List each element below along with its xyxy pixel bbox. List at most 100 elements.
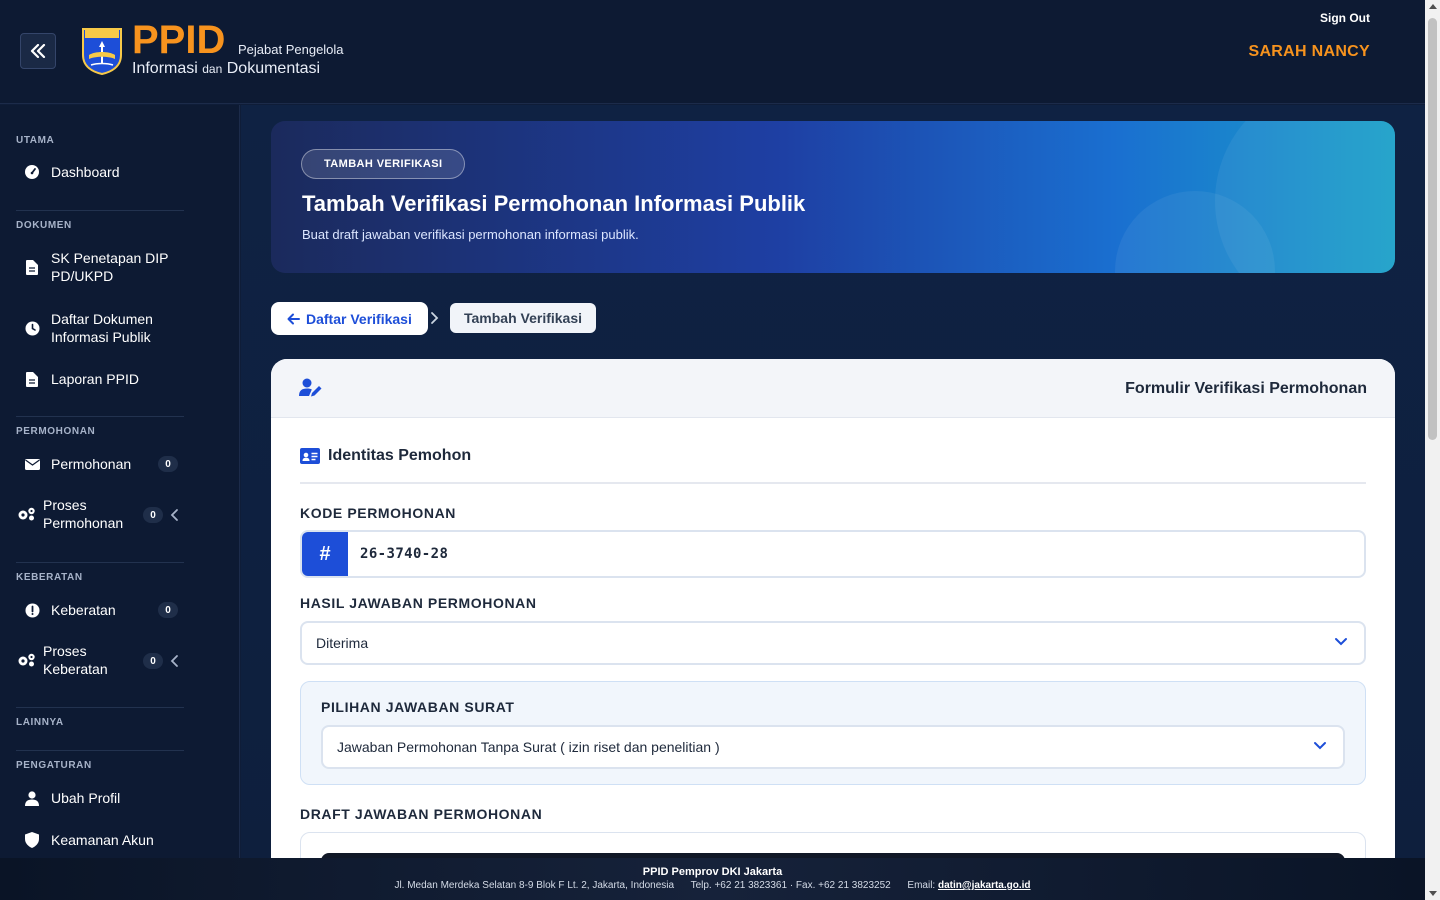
pilihan-jawaban-selected-value: Jawaban Permohonan Tanpa Surat ( izin ri… — [337, 739, 720, 755]
sidebar-item-ubah-profil[interactable]: Ubah Profil — [16, 788, 186, 808]
shield-icon — [22, 830, 42, 850]
double-chevron-left-icon — [30, 44, 46, 58]
top-header: PPID Pejabat Pengelola Informasi dan Dok… — [0, 0, 1425, 104]
arrow-left-icon — [287, 313, 300, 324]
file-icon — [22, 257, 42, 277]
user-icon — [22, 788, 42, 808]
main-content: TAMBAH VERIFIKASI Tambah Verifikasi Perm… — [241, 105, 1425, 858]
brand-wordmark[interactable]: PPID Pejabat Pengelola Informasi dan Dok… — [132, 18, 344, 77]
footer-address: Jl. Medan Merdeka Selatan 8-9 Blok F Lt.… — [394, 880, 675, 891]
sidebar-item-label-line1: SK Penetapan DIP — [51, 250, 169, 266]
sidebar-section-permohonan: PERMOHONAN — [16, 426, 96, 437]
sidebar-section-utama: UTAMA — [16, 135, 55, 146]
collapse-sidebar-button[interactable] — [20, 33, 56, 69]
sidebar-section-keberatan: KEBERATAN — [16, 572, 83, 583]
footer: PPID Pemprov DKI Jakarta Jl. Medan Merde… — [0, 858, 1425, 900]
hash-icon: # — [302, 532, 348, 576]
footer-email-link[interactable]: datin@jakarta.go.id — [938, 880, 1031, 891]
clock-icon — [22, 318, 42, 338]
sidebar-item-label-line2: PD/UKPD — [51, 268, 114, 284]
sidebar-item-daftar-dokumen[interactable]: Daftar Dokumen Informasi Publik — [16, 310, 186, 346]
sidebar-divider — [16, 416, 184, 417]
brand-tagline-part3: Dokumentasi — [226, 60, 321, 77]
sidebar-item-label-line1: Daftar Dokumen — [51, 311, 153, 327]
section-title: Identitas Pemohon — [300, 447, 471, 465]
sidebar-item-label-line2: Permohonan — [43, 515, 124, 531]
gauge-icon — [22, 162, 42, 182]
sidebar-item-label: SK Penetapan DIP PD/UKPD — [51, 249, 169, 285]
footer-phone: Telp. +62 21 3823361 · Fax. +62 21 38232… — [690, 880, 891, 891]
kode-permohonan-field[interactable]: # 26-3740-28 — [300, 530, 1366, 578]
sidebar-item-label: Proses Keberatan — [43, 642, 108, 678]
page-title: Tambah Verifikasi Permohonan Informasi P… — [302, 191, 806, 216]
envelope-icon — [22, 454, 42, 474]
brand-tagline: Informasi dan Dokumentasi — [132, 60, 320, 78]
chevron-down-icon — [1314, 742, 1326, 750]
section-title-label: Identitas Pemohon — [328, 447, 472, 464]
sidebar-item-label: Laporan PPID — [51, 371, 139, 387]
file-text-icon — [22, 369, 42, 389]
sidebar-item-label: Permohonan — [51, 456, 132, 472]
proses-permohonan-count-badge: 0 — [143, 507, 163, 523]
footer-org: PPID Pemprov DKI Jakarta — [642, 866, 783, 878]
sidebar-item-laporan-ppid[interactable]: Laporan PPID — [16, 369, 186, 389]
sidebar-item-label: Proses Permohonan — [43, 496, 123, 532]
scroll-up-arrow-icon[interactable] — [1429, 4, 1437, 9]
page-scrollbar[interactable] — [1425, 0, 1440, 900]
pilihan-jawaban-label: PILIHAN JAWABAN SURAT — [321, 699, 515, 715]
card-header: Formulir Verifikasi Permohonan — [271, 359, 1395, 418]
footer-contact: Jl. Medan Merdeka Selatan 8-9 Blok F Lt.… — [0, 880, 1425, 891]
hero-banner: TAMBAH VERIFIKASI Tambah Verifikasi Perm… — [271, 121, 1395, 273]
chevron-left-icon[interactable] — [170, 508, 180, 522]
brand-title: PPID — [132, 18, 226, 62]
gears-icon — [16, 650, 36, 670]
gears-icon — [16, 504, 36, 524]
page-subtitle: Buat draft jawaban verifikasi permohonan… — [302, 227, 639, 242]
breadcrumb-back-label: Daftar Verifikasi — [306, 310, 412, 327]
alert-circle-icon — [22, 600, 42, 620]
sidebar-item-label-line1: Proses — [43, 643, 87, 659]
kode-permohonan-value: 26-3740-28 — [360, 546, 449, 562]
breadcrumb-current: Tambah Verifikasi — [450, 303, 597, 333]
brand-tagline-part1: Informasi — [132, 60, 198, 77]
sidebar-item-label-line2: Informasi Publik — [51, 329, 151, 345]
sidebar-item-sk-penetapan[interactable]: SK Penetapan DIP PD/UKPD — [16, 249, 186, 285]
permohonan-count-badge: 0 — [158, 456, 178, 472]
sidebar-item-label-line1: Proses — [43, 497, 87, 513]
section-divider — [300, 482, 1366, 484]
sidebar-item-keamanan-akun[interactable]: Keamanan Akun — [16, 830, 186, 850]
id-card-icon — [300, 448, 320, 464]
user-edit-icon — [299, 378, 322, 397]
back-to-daftar-verifikasi-button[interactable]: Daftar Verifikasi — [271, 302, 428, 335]
sidebar-item-label: Keamanan Akun — [51, 832, 154, 848]
draft-jawaban-label: DRAFT JAWABAN PERMOHONAN — [300, 806, 543, 822]
keberatan-count-badge: 0 — [158, 602, 178, 618]
hasil-jawaban-select[interactable]: Diterima — [300, 621, 1366, 665]
sidebar-item-label: Ubah Profil — [51, 790, 121, 806]
jakarta-emblem-logo[interactable] — [81, 25, 123, 75]
sidebar-divider — [16, 210, 184, 211]
hasil-jawaban-selected-value: Diterima — [316, 635, 369, 651]
scroll-down-arrow-icon[interactable] — [1429, 891, 1437, 896]
brand-tagline-part2: dan — [202, 62, 223, 76]
chevron-down-icon — [1335, 638, 1347, 646]
sidebar-divider — [16, 562, 184, 563]
footer-email-label: Email: — [907, 880, 936, 891]
sidebar-item-dashboard[interactable]: Dashboard — [16, 162, 186, 182]
sidebar: UTAMA Dashboard DOKUMEN SK Penetapan DIP… — [0, 105, 240, 858]
pilihan-jawaban-panel: PILIHAN JAWABAN SURAT Jawaban Permohonan… — [300, 681, 1366, 785]
chevron-left-icon[interactable] — [170, 654, 180, 668]
sidebar-item-label: Daftar Dokumen Informasi Publik — [51, 310, 153, 346]
verification-form-card: Formulir Verifikasi Permohonan Identitas… — [271, 359, 1395, 858]
sidebar-section-pengaturan: PENGATURAN — [16, 760, 92, 771]
scrollbar-thumb[interactable] — [1428, 18, 1437, 440]
sign-out-link[interactable]: Sign Out — [1320, 11, 1370, 25]
card-title: Formulir Verifikasi Permohonan — [1125, 380, 1367, 397]
sidebar-section-dokumen: DOKUMEN — [16, 220, 72, 231]
pilihan-jawaban-select[interactable]: Jawaban Permohonan Tanpa Surat ( izin ri… — [321, 725, 1345, 769]
proses-keberatan-count-badge: 0 — [143, 653, 163, 669]
kode-permohonan-label: KODE PERMOHONAN — [300, 505, 457, 521]
sidebar-divider — [16, 707, 184, 708]
hasil-jawaban-label: HASIL JAWABAN PERMOHONAN — [300, 595, 537, 611]
user-name[interactable]: SARAH NANCY — [1248, 43, 1370, 61]
